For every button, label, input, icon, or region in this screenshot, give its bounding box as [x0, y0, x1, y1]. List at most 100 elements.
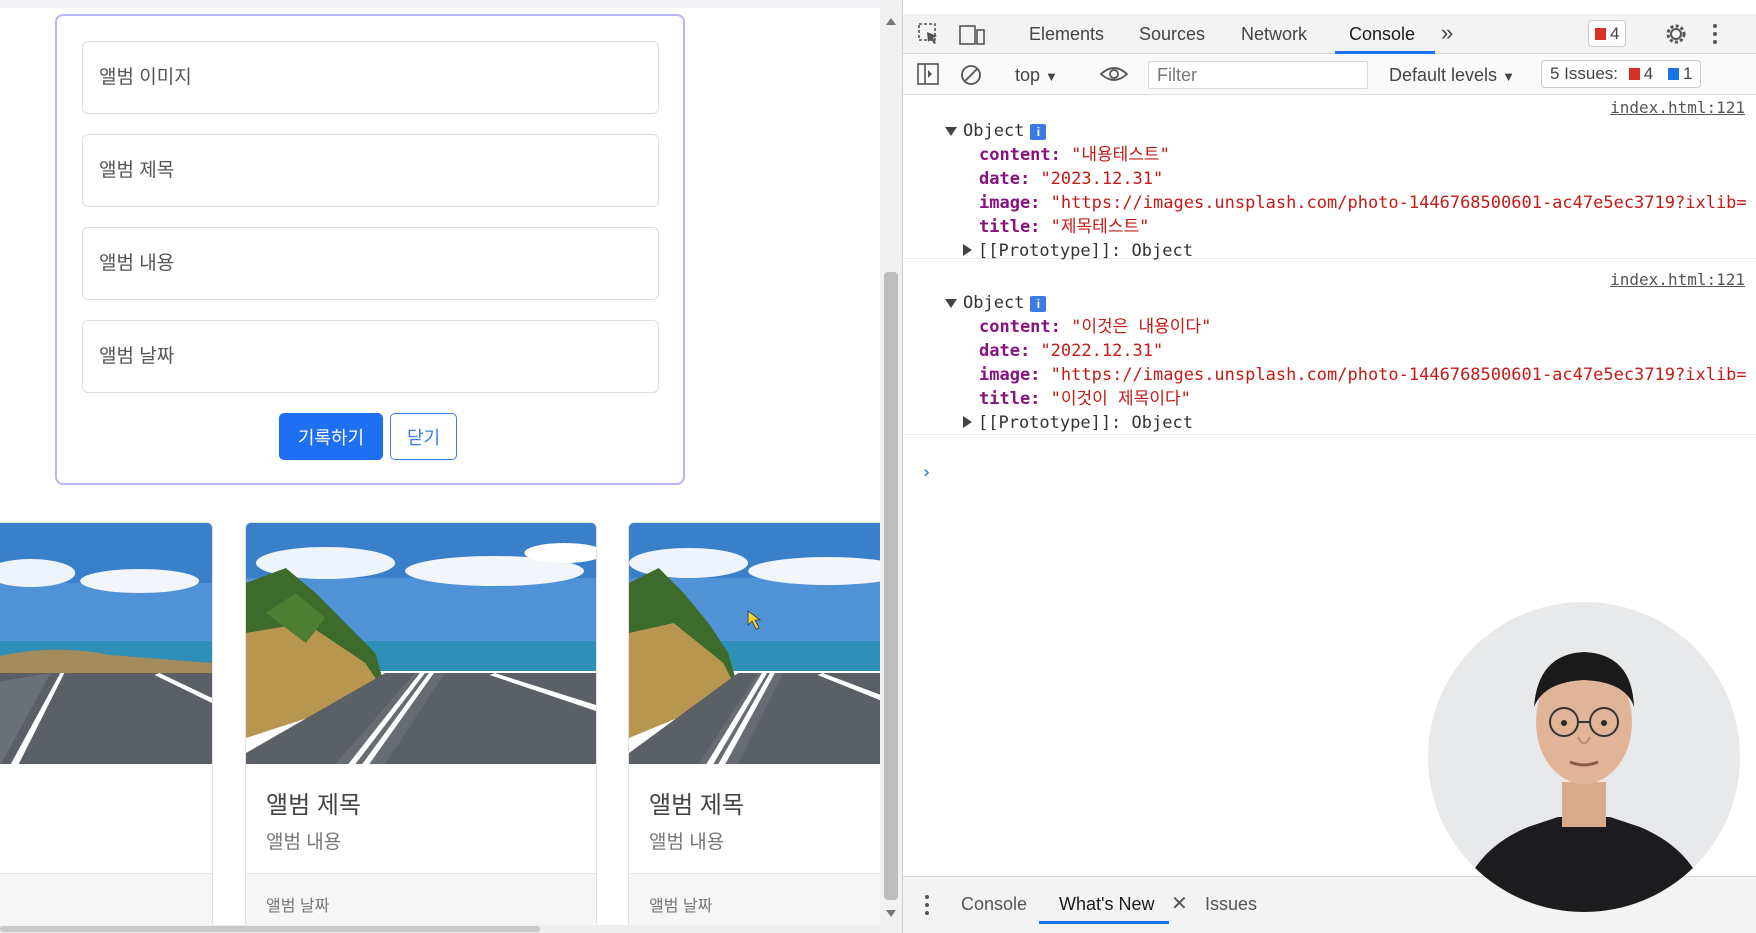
- clear-console-icon[interactable]: [959, 63, 983, 87]
- console-log-entry: index.html:121 Object i content: "내용테스트" …: [903, 96, 1756, 262]
- console-toolbar: top ▼ Default levels ▼ 5 Issues: 4 1: [903, 55, 1756, 95]
- more-options-icon[interactable]: [1711, 22, 1719, 46]
- tab-network[interactable]: Network: [1241, 24, 1307, 45]
- issue-info-flag-icon: [1667, 68, 1679, 80]
- prototype-label: [[Prototype]]: Object: [978, 413, 1193, 433]
- drawer-tab-issues[interactable]: Issues: [1205, 894, 1257, 915]
- collapsed-triangle-icon[interactable]: [963, 416, 972, 428]
- drawer-menu-icon[interactable]: [923, 893, 931, 917]
- expand-triangle-icon[interactable]: [945, 299, 957, 308]
- album-date: 앨범 날짜: [266, 898, 330, 915]
- prototype-row[interactable]: [[Prototype]]: Object: [963, 240, 1193, 262]
- album-title: 앨범 제목: [649, 792, 744, 819]
- close-tab-icon[interactable]: ✕: [1171, 891, 1188, 916]
- object-property: title: "이것이 제목이다": [979, 388, 1191, 410]
- context-selector[interactable]: top ▼: [1015, 65, 1058, 86]
- log-levels-dropdown[interactable]: Default levels ▼: [1389, 65, 1515, 86]
- info-icon: i: [1030, 296, 1047, 312]
- property-key: date:: [979, 169, 1031, 189]
- expand-triangle-icon[interactable]: [945, 127, 957, 136]
- album-footer: [0, 873, 212, 932]
- drawer-tab-console[interactable]: Console: [961, 894, 1027, 915]
- property-value: "이것이 제목이다": [1050, 389, 1191, 409]
- scroll-down-arrow-icon[interactable]: [886, 910, 896, 917]
- album-card[interactable]: 앨범 제목 앨범 내용 앨범 날짜: [245, 522, 597, 933]
- property-value: "제목테스트": [1050, 217, 1150, 237]
- sidebar-toggle-icon[interactable]: [917, 63, 939, 85]
- property-key: content:: [979, 317, 1061, 337]
- device-toolbar-icon[interactable]: [959, 22, 985, 46]
- album-content: 앨범 내용: [649, 832, 725, 853]
- console-prompt[interactable]: ›: [921, 462, 932, 483]
- property-value: "이것은 내용이다": [1071, 317, 1212, 337]
- live-expression-eye-icon[interactable]: [1099, 63, 1129, 85]
- issues-badge[interactable]: 5 Issues: 4 1: [1541, 60, 1702, 88]
- album-content-input[interactable]: [82, 227, 659, 300]
- property-value: "내용테스트": [1071, 145, 1170, 165]
- property-value: "2023.12.31": [1040, 169, 1164, 189]
- album-image: [629, 523, 880, 764]
- source-link[interactable]: index.html:121: [1610, 270, 1745, 289]
- album-title: 앨범 제목: [266, 792, 361, 819]
- horizontal-scroll-thumb[interactable]: [0, 926, 540, 932]
- dropdown-caret-icon: ▼: [1502, 69, 1515, 84]
- object-property: content: "내용테스트": [979, 144, 1170, 166]
- source-link[interactable]: index.html:121: [1610, 98, 1745, 117]
- album-card[interactable]: [0, 522, 213, 933]
- log-levels-value: Default levels: [1389, 65, 1498, 85]
- close-button[interactable]: 닫기: [390, 413, 457, 460]
- inspect-element-icon[interactable]: [917, 22, 941, 46]
- album-form: 기록하기 닫기: [55, 14, 685, 485]
- album-title-input[interactable]: [82, 134, 659, 207]
- web-page: 기록하기 닫기: [0, 0, 880, 933]
- object-property: image: "https://images.unsplash.com/phot…: [979, 364, 1747, 386]
- object-label: Object: [963, 293, 1025, 313]
- tab-elements[interactable]: Elements: [1029, 24, 1104, 45]
- album-footer: 앨범 날짜: [629, 873, 880, 932]
- collapsed-triangle-icon[interactable]: [963, 244, 972, 256]
- scroll-up-arrow-icon[interactable]: [886, 18, 896, 25]
- console-filter-input[interactable]: [1148, 61, 1368, 89]
- album-footer: 앨범 날짜: [246, 873, 596, 932]
- album-card[interactable]: 앨범 제목 앨범 내용 앨범 날짜: [628, 522, 880, 933]
- error-count: 4: [1610, 24, 1620, 43]
- property-value: "https://images.unsplash.com/photo-14467…: [1050, 365, 1747, 385]
- submit-button[interactable]: 기록하기: [279, 413, 383, 460]
- object-header[interactable]: Object i: [945, 120, 1047, 142]
- album-date: 앨범 날짜: [649, 898, 713, 915]
- screen: 기록하기 닫기: [0, 0, 1756, 933]
- drawer-tab-whats-new[interactable]: What's New: [1059, 894, 1154, 915]
- property-value: "https://images.unsplash.com/photo-14467…: [1050, 193, 1747, 213]
- album-date-input[interactable]: [82, 320, 659, 393]
- object-property: title: "제목테스트": [979, 216, 1149, 238]
- active-tab-indicator: [1335, 51, 1435, 54]
- object-header[interactable]: Object i: [945, 292, 1047, 314]
- issues-info-count: 1: [1682, 64, 1693, 83]
- prototype-label: [[Prototype]]: Object: [978, 241, 1193, 261]
- vertical-scroll-thumb[interactable]: [884, 272, 898, 900]
- issue-error-flag-icon: [1628, 68, 1640, 80]
- more-tabs-icon[interactable]: »: [1441, 20, 1453, 46]
- property-key: content:: [979, 145, 1061, 165]
- prototype-row[interactable]: [[Prototype]]: Object: [963, 412, 1193, 434]
- error-flag-icon: [1595, 28, 1606, 40]
- tab-console[interactable]: Console: [1349, 24, 1415, 45]
- settings-gear-icon[interactable]: [1663, 21, 1689, 47]
- error-count-badge[interactable]: 4: [1588, 20, 1627, 47]
- album-image: [0, 523, 212, 764]
- tab-sources[interactable]: Sources: [1139, 24, 1205, 45]
- album-content: 앨범 내용: [266, 832, 342, 853]
- album-image-input[interactable]: [82, 41, 659, 114]
- object-label: Object: [963, 121, 1025, 141]
- console-log-entry: index.html:121 Object i content: "이것은 내용이…: [903, 268, 1756, 435]
- page-horizontal-scrollbar[interactable]: [0, 925, 880, 933]
- property-key: image:: [979, 365, 1041, 385]
- info-icon: i: [1030, 124, 1047, 140]
- issues-error-count: 4: [1643, 64, 1654, 83]
- page-vertical-scrollbar[interactable]: [880, 0, 902, 933]
- album-image: [246, 523, 596, 764]
- property-key: date:: [979, 341, 1031, 361]
- object-property: image: "https://images.unsplash.com/phot…: [979, 192, 1747, 214]
- webcam-overlay: [1428, 602, 1740, 912]
- context-value: top: [1015, 65, 1041, 85]
